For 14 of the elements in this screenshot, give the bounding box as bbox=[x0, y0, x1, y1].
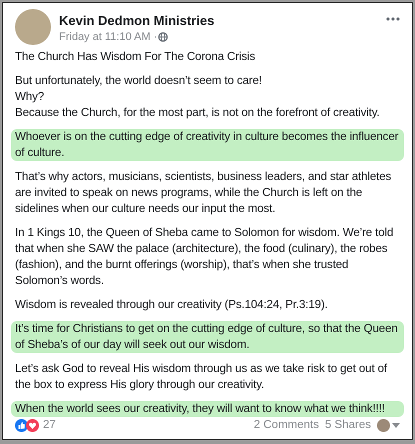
comments-link[interactable]: 2 Comments bbox=[254, 417, 319, 434]
post-paragraph: In 1 Kings 10, the Queen of Sheba came to Solomon for wisdom. We’re told that when she SAW the palace (architecture), the food (culinary), the robes (fashion), and the burnt offerings (worship), that’s when she trusted Solomon’s words. bbox=[15, 225, 394, 289]
post-paragraph: But unfortunately, the world doesn’t seem to care! Why? Because the Church, for the most part, is not on the forefront of creativity. bbox=[15, 73, 381, 121]
highlighted-paragraph: Whoever is on the cutting edge of creativity in culture becomes the influencer of culture. bbox=[11, 129, 404, 161]
shares-link[interactable]: 5 Shares bbox=[324, 417, 371, 434]
post-paragraph: Let’s ask God to reveal His wisdom through us as we take risk to get out of the box to express His glory through our creativity. bbox=[15, 361, 388, 393]
post-paragraph: That’s why actors, musicians, scientists, business leaders, and star athletes are invited to speak on news programs, while the Church is left on the sidelines when our culture needs our input the most. bbox=[15, 169, 392, 217]
post-paragraph: The Church Has Wisdom For The Corona Crisis bbox=[15, 49, 256, 65]
post-paragraph: Wisdom is revealed through our creativity (Ps.104:24, Pr.3:19). bbox=[15, 297, 329, 313]
highlighted-paragraph: It’s time for Christians to get on the cutting edge of culture, so that the Queen of Sheba’s of our day will seek out our wisdom. bbox=[11, 321, 404, 353]
post-time[interactable]: Friday at 11:10 AM · bbox=[59, 30, 158, 44]
reaction-count[interactable]: 27 bbox=[43, 417, 56, 434]
highlighted-paragraph: When the world sees our creativity, they will want to know what we think!!!! bbox=[11, 401, 404, 417]
author-name[interactable]: Kevin Dedmon Ministries bbox=[59, 12, 378, 30]
